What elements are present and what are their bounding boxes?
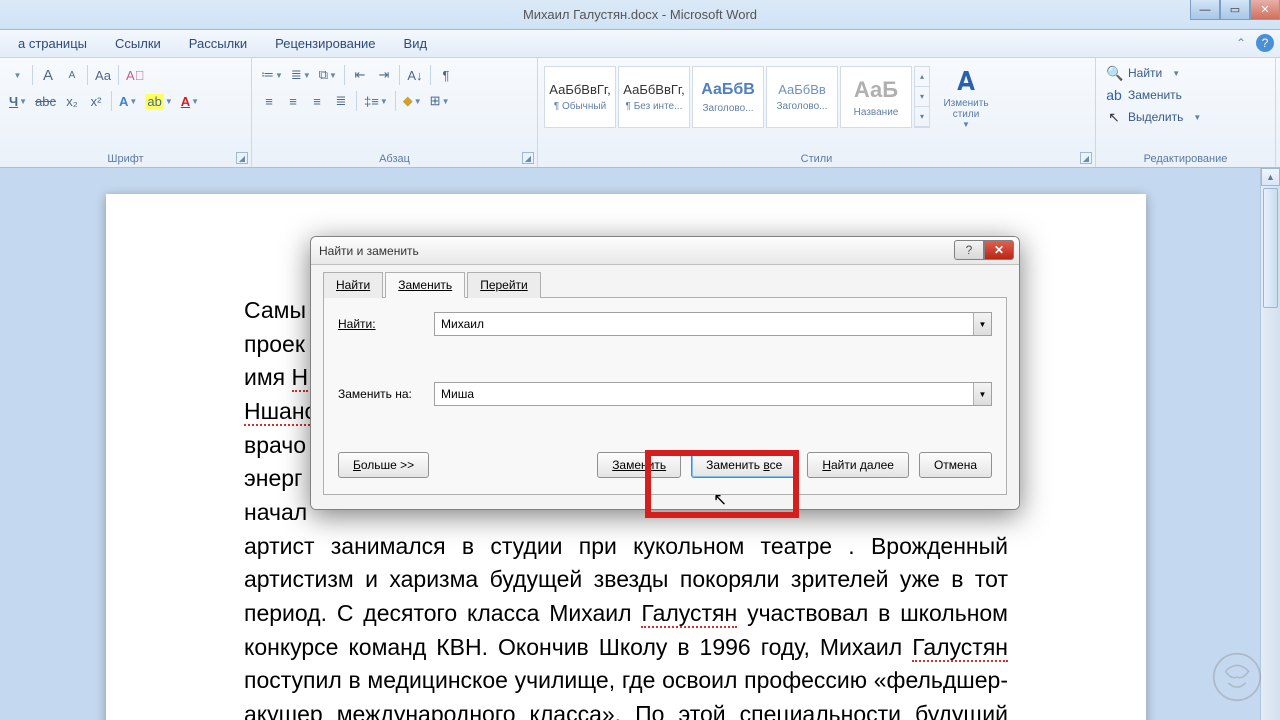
dialog-title: Найти и заменить [319, 244, 419, 258]
dialog-close-button[interactable]: ✕ [984, 240, 1014, 260]
font-color-button[interactable]: A▼ [178, 90, 202, 112]
watermark-icon [1208, 648, 1266, 706]
group-label-editing: Редактирование [1096, 153, 1275, 165]
minimize-button[interactable]: — [1190, 0, 1220, 20]
close-button[interactable]: ✕ [1250, 0, 1280, 20]
bullets-button[interactable]: ≔▼ [258, 64, 286, 86]
align-center-button[interactable]: ≡ [282, 90, 304, 112]
font-size-combo[interactable]: ▼ [6, 64, 28, 86]
select-icon: ↖ [1106, 109, 1122, 126]
select-button[interactable]: ↖ Выделить ▼ [1102, 106, 1269, 128]
find-combo[interactable]: ▼ [434, 312, 992, 336]
text-effects-button[interactable]: A▼ [116, 90, 140, 112]
shading-button[interactable]: ◆▼ [400, 90, 425, 112]
clear-formatting-button[interactable]: А⃪ [123, 64, 147, 86]
ribbon-group-styles: АаБбВвГг, ¶ Обычный АаБбВвГг, ¶ Без инте… [538, 58, 1096, 167]
align-left-button[interactable]: ≡ [258, 90, 280, 112]
ribbon-group-font: ▼ A A Aa А⃪ Ч▼ abc x₂ x² A▼ ab▼ A▼ Шрифт… [0, 58, 252, 167]
tab-replace[interactable]: Заменить [385, 272, 465, 298]
subscript-button[interactable]: x₂ [61, 90, 83, 112]
change-styles-button[interactable]: 𝐀 Изменить стили ▼ [938, 62, 994, 132]
sort-button[interactable]: A↓ [404, 64, 426, 86]
tab-review[interactable]: Рецензирование [261, 32, 389, 55]
tab-goto[interactable]: Перейти [467, 272, 541, 298]
superscript-button[interactable]: x² [85, 90, 107, 112]
ribbon-tabs: а страницы Ссылки Рассылки Рецензировани… [0, 30, 1280, 58]
shrink-font-button[interactable]: A [61, 64, 83, 86]
grow-font-button[interactable]: A [37, 64, 59, 86]
numbering-button[interactable]: ≣▼ [288, 64, 314, 86]
style-title[interactable]: АаБ Название [840, 66, 912, 128]
group-label-font: Шрифт [0, 153, 251, 165]
line-spacing-button[interactable]: ‡≡▼ [361, 90, 391, 112]
replace-label: Заменить на: [338, 387, 434, 401]
change-case-button[interactable]: Aa [92, 64, 114, 86]
scroll-up-button[interactable]: ▲ [1261, 168, 1280, 186]
paragraph-dialog-launcher[interactable]: ◢ [522, 152, 534, 164]
highlight-button[interactable]: ab▼ [142, 90, 175, 112]
ribbon-group-editing: 🔍 Найти ▼ ab Заменить ↖ Выделить ▼ Редак… [1096, 58, 1276, 167]
change-styles-icon: 𝐀 [957, 66, 975, 98]
indent-increase-button[interactable]: ⇥ [373, 64, 395, 86]
find-next-button[interactable]: Найти далее [807, 452, 909, 478]
binoculars-icon: 🔍 [1106, 65, 1122, 82]
tab-references[interactable]: Ссылки [101, 32, 175, 55]
show-paragraph-button[interactable]: ¶ [435, 64, 457, 86]
group-label-paragraph: Абзац [252, 153, 537, 165]
style-heading2[interactable]: АаБбВв Заголово... [766, 66, 838, 128]
group-label-styles: Стили [538, 153, 1095, 165]
styles-scrollbar[interactable]: ▴▾▾ [914, 66, 930, 128]
underline-button[interactable]: Ч▼ [6, 90, 30, 112]
ribbon-group-paragraph: ≔▼ ≣▼ ⧉▼ ⇤ ⇥ A↓ ¶ ≡ ≡ ≡ ≣ ‡≡▼ ◆▼ ⊞▼ Абза… [252, 58, 538, 167]
find-replace-dialog: Найти и заменить ? ✕ Найти Заменить Пере… [310, 236, 1020, 510]
multilevel-button[interactable]: ⧉▼ [316, 64, 340, 86]
find-input[interactable] [435, 313, 973, 335]
ribbon-collapse-icon[interactable]: ⌃ [1232, 34, 1250, 52]
find-button[interactable]: 🔍 Найти ▼ [1102, 62, 1269, 84]
indent-decrease-button[interactable]: ⇤ [349, 64, 371, 86]
strike-button[interactable]: abc [32, 90, 59, 112]
style-no-spacing[interactable]: АаБбВвГг, ¶ Без инте... [618, 66, 690, 128]
replace-icon: ab [1106, 87, 1122, 103]
find-label: Найти: [338, 317, 434, 331]
styles-dialog-launcher[interactable]: ◢ [1080, 152, 1092, 164]
vertical-scrollbar[interactable]: ▲ [1260, 168, 1280, 720]
ribbon: ▼ A A Aa А⃪ Ч▼ abc x₂ x² A▼ ab▼ A▼ Шрифт… [0, 58, 1280, 168]
style-heading1[interactable]: АаБбВ Заголово... [692, 66, 764, 128]
replace-all-button[interactable]: Заменить все [691, 452, 797, 478]
replace-dropdown[interactable]: ▼ [973, 383, 991, 405]
tab-find[interactable]: Найти [323, 272, 383, 298]
align-right-button[interactable]: ≡ [306, 90, 328, 112]
align-justify-button[interactable]: ≣ [330, 90, 352, 112]
scroll-thumb[interactable] [1263, 188, 1278, 308]
window-controls: — ▭ ✕ [1190, 0, 1280, 20]
maximize-button[interactable]: ▭ [1220, 0, 1250, 20]
style-normal[interactable]: АаБбВвГг, ¶ Обычный [544, 66, 616, 128]
borders-button[interactable]: ⊞▼ [427, 90, 453, 112]
find-dropdown[interactable]: ▼ [973, 313, 991, 335]
help-icon[interactable]: ? [1256, 34, 1274, 52]
titlebar: Михаил Галустян.docx - Microsoft Word — … [0, 0, 1280, 30]
dialog-help-button[interactable]: ? [954, 240, 984, 260]
replace-one-button[interactable]: Заменить [597, 452, 681, 478]
tab-view[interactable]: Вид [390, 32, 442, 55]
replace-combo[interactable]: ▼ [434, 382, 992, 406]
replace-button[interactable]: ab Заменить [1102, 84, 1269, 106]
tab-page-layout[interactable]: а страницы [4, 32, 101, 55]
dialog-titlebar[interactable]: Найти и заменить ? ✕ [311, 237, 1019, 265]
tab-mailings[interactable]: Рассылки [175, 32, 261, 55]
dialog-tabs: Найти Заменить Перейти [323, 271, 1007, 298]
more-button[interactable]: Больше >> [338, 452, 429, 478]
window-title: Михаил Галустян.docx - Microsoft Word [523, 7, 757, 22]
font-dialog-launcher[interactable]: ◢ [236, 152, 248, 164]
replace-input[interactable] [435, 383, 973, 405]
cancel-button[interactable]: Отмена [919, 452, 992, 478]
